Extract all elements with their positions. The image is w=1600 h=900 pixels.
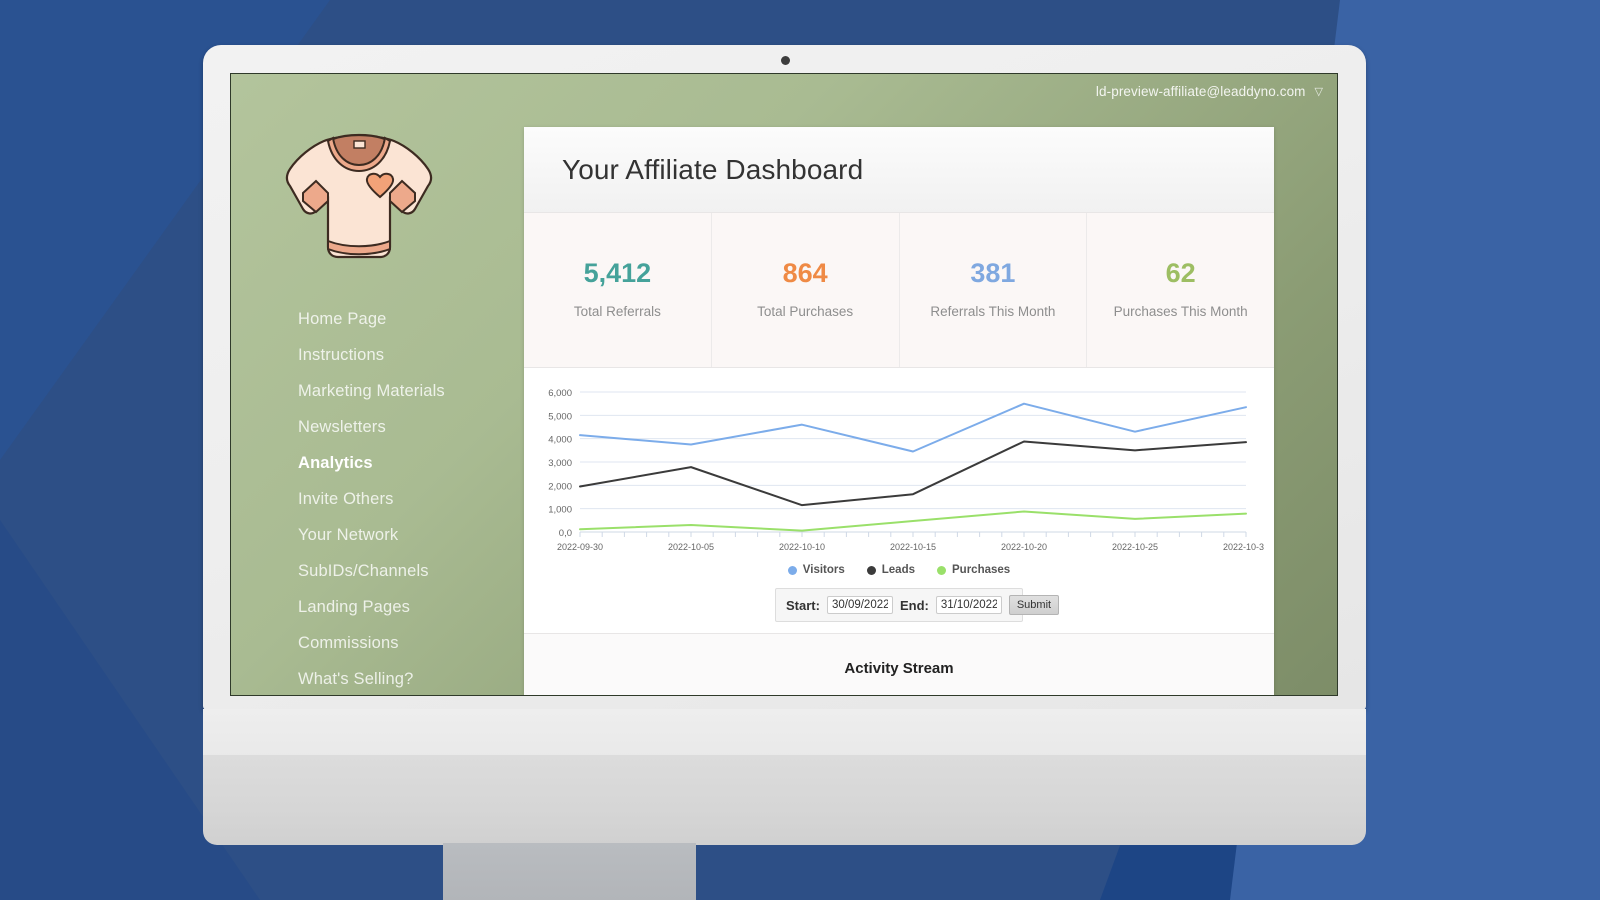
monitor-base: [203, 755, 1366, 845]
end-date-label: End:: [899, 597, 929, 613]
chart-xtick-label: 2022-10-20: [1001, 542, 1047, 552]
chart-ytick-label: 3,000: [548, 458, 572, 469]
chart-ytick-label: 2,000: [548, 481, 572, 492]
legend-item-visitors[interactable]: Visitors: [787, 564, 845, 576]
sidebar-item-subids-channels[interactable]: SubIDs/Channels: [298, 553, 523, 589]
sidebar-item-landing-pages[interactable]: Landing Pages: [298, 589, 523, 625]
account-email: ld-preview-affiliate@leaddyno.com: [1095, 84, 1306, 99]
analytics-line-chart[interactable]: 0,0 1,000 2,000 3,000 4,000 5,000 6,000 2022-09…: [534, 382, 1264, 562]
chart-ytick-label: 1,000: [548, 505, 572, 516]
main-content-panel: Your Affiliate Dashboard 5,412 Total Ref…: [524, 127, 1274, 695]
date-range-controls: Start: End: Submit: [775, 588, 1060, 622]
analytics-chart-section: 0,0 1,000 2,000 3,000 4,000 5,000 6,000 2022-09…: [524, 368, 1274, 633]
sidebar-nav: Home Page Instructions Marketing Materia…: [231, 301, 523, 695]
monitor-screen: ld-preview-affiliate@leaddyno.com ▽ Home…: [230, 73, 1338, 696]
chevron-down-icon[interactable]: ▽: [1315, 85, 1323, 98]
sidebar-item-commissions[interactable]: Commissions: [298, 625, 523, 661]
stat-label: Total Referrals: [573, 303, 661, 319]
affiliate-dashboard-app: ld-preview-affiliate@leaddyno.com ▽ Home…: [231, 74, 1337, 695]
monitor-bezel-bottom: [203, 709, 1366, 757]
legend-dot-icon: [937, 565, 947, 575]
stat-card-total-purchases[interactable]: 864 Total Purchases: [712, 213, 900, 367]
chart-ytick-label: 4,000: [548, 435, 572, 446]
chart-xtick-label: 2022-09-30: [557, 542, 603, 552]
chart-series-purchases[interactable]: [579, 510, 1247, 532]
sidebar-item-whats-selling[interactable]: What's Selling?: [298, 661, 523, 695]
stat-value: 381: [970, 258, 1016, 289]
legend-item-leads[interactable]: Leads: [866, 564, 916, 576]
chart-legend: Visitors Leads Purchases: [524, 564, 1274, 576]
legend-label: Leads: [881, 564, 916, 576]
chart-series-visitors[interactable]: [579, 402, 1247, 453]
monitor-stand-neck: [443, 843, 696, 900]
legend-dot-icon: [866, 565, 876, 575]
sidebar-item-analytics[interactable]: Analytics: [298, 445, 523, 481]
desktop-monitor: ld-preview-affiliate@leaddyno.com ▽ Home…: [203, 45, 1366, 845]
stat-card-referrals-this-month[interactable]: 381 Referrals This Month: [900, 213, 1088, 367]
stat-label: Referrals This Month: [930, 303, 1056, 319]
sidebar: Home Page Instructions Marketing Materia…: [231, 74, 523, 695]
end-date-input[interactable]: [935, 596, 1002, 614]
start-date-input[interactable]: [826, 596, 893, 614]
sidebar-item-your-network[interactable]: Your Network: [298, 517, 523, 553]
sidebar-item-home-page[interactable]: Home Page: [298, 301, 523, 337]
start-date-label: Start:: [786, 597, 820, 613]
legend-dot-icon: [787, 565, 797, 575]
chart-ytick-label: 5,000: [548, 411, 572, 422]
activity-stream-section: Activity Stream: [524, 633, 1274, 695]
stats-row: 5,412 Total Referrals 864 Total Purchase…: [524, 213, 1274, 368]
page-title: Your Affiliate Dashboard: [562, 153, 864, 185]
camera-dot-icon: [781, 56, 790, 65]
stat-card-total-referrals[interactable]: 5,412 Total Referrals: [524, 213, 712, 367]
tshirt-heart-logo: [285, 133, 433, 259]
stat-label: Purchases This Month: [1113, 303, 1248, 319]
chart-xtick-label: 2022-10-25: [1112, 542, 1158, 552]
chart-xtick-label: 2022-10-05: [668, 542, 714, 552]
legend-item-purchases[interactable]: Purchases: [937, 564, 1010, 576]
chart-xtick-label: 2022-10-30: [1223, 542, 1264, 552]
panel-header: Your Affiliate Dashboard: [524, 127, 1274, 213]
chart-ytick-label: 0,0: [559, 528, 572, 539]
chart-xtick-label: 2022-10-15: [890, 542, 936, 552]
monitor-bezel: ld-preview-affiliate@leaddyno.com ▽ Home…: [203, 45, 1366, 710]
legend-label: Visitors: [802, 564, 845, 576]
stat-value: 864: [782, 258, 828, 289]
submit-button[interactable]: Submit: [1008, 595, 1060, 615]
sidebar-item-marketing-materials[interactable]: Marketing Materials: [298, 373, 523, 409]
sidebar-item-newsletters[interactable]: Newsletters: [298, 409, 523, 445]
chart-ytick-label: 6,000: [548, 388, 572, 399]
stat-value: 5,412: [583, 258, 652, 289]
stat-label: Total Purchases: [757, 303, 854, 319]
activity-stream-title: Activity Stream: [844, 660, 954, 677]
account-menu[interactable]: ld-preview-affiliate@leaddyno.com ▽: [1096, 84, 1323, 99]
legend-label: Purchases: [952, 564, 1011, 576]
chart-xtick-label: 2022-10-10: [779, 542, 825, 552]
sidebar-item-instructions[interactable]: Instructions: [298, 337, 523, 373]
stat-card-purchases-this-month[interactable]: 62 Purchases This Month: [1087, 213, 1274, 367]
stat-value: 62: [1165, 258, 1196, 289]
sidebar-item-invite-others[interactable]: Invite Others: [298, 481, 523, 517]
